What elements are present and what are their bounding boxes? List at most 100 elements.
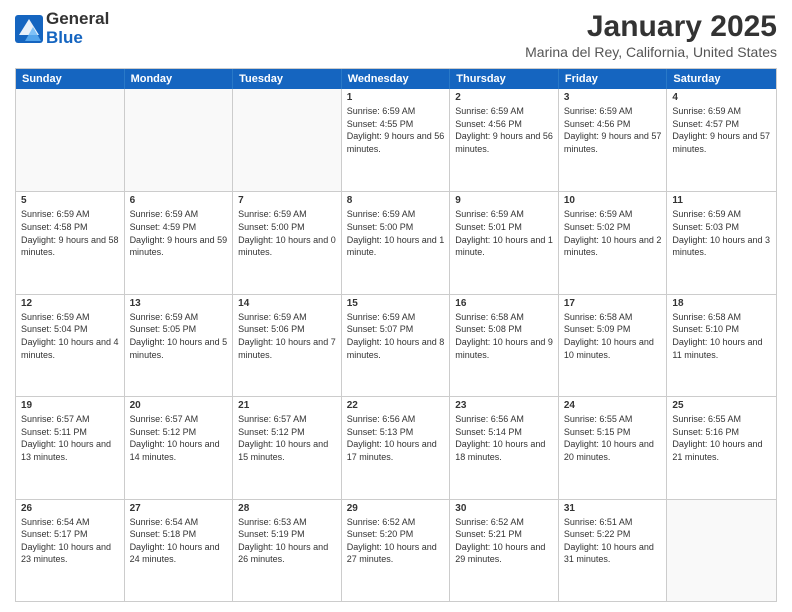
weekday-header-wednesday: Wednesday (342, 69, 451, 89)
day-number: 23 (455, 400, 553, 411)
day-info: Sunrise: 6:55 AMSunset: 5:15 PMDaylight:… (564, 413, 662, 463)
day-cell-11: 11 Sunrise: 6:59 AMSunset: 5:03 PMDayligh… (667, 192, 776, 293)
day-cell-29: 29 Sunrise: 6:52 AMSunset: 5:20 PMDayligh… (342, 500, 451, 601)
day-number: 13 (130, 298, 228, 309)
day-cell-27: 27Sunrise: 6:54 AMSunset: 5:18 PMDayligh… (125, 500, 234, 601)
day-cell-23: 23 Sunrise: 6:56 AMSunset: 5:14 PMDayligh… (450, 397, 559, 498)
day-info: Sunrise: 6:52 AMSunset: 5:20 PMDaylight:… (347, 516, 445, 566)
day-cell-12: 12 Sunrise: 6:59 AMSunset: 5:04 PMDayligh… (16, 295, 125, 396)
weekday-header-sunday: Sunday (16, 69, 125, 89)
day-number: 29 (347, 503, 445, 514)
day-number: 26 (21, 503, 119, 514)
day-cell-25: 25 Sunrise: 6:55 AMSunset: 5:16 PMDayligh… (667, 397, 776, 498)
calendar-body: 1Sunrise: 6:59 AMSunset: 4:55 PMDaylight… (16, 89, 776, 601)
day-number: 31 (564, 503, 662, 514)
calendar: SundayMondayTuesdayWednesdayThursdayFrid… (15, 68, 777, 602)
day-cell-24: 24 Sunrise: 6:55 AMSunset: 5:15 PMDayligh… (559, 397, 668, 498)
logo-line1: General (46, 10, 109, 29)
day-number: 21 (238, 400, 336, 411)
day-number: 22 (347, 400, 445, 411)
page: General Blue January 2025 Marina del Rey… (0, 0, 792, 612)
day-info: Sunrise: 6:57 AMSunset: 5:12 PMDaylight:… (130, 413, 228, 463)
empty-cell (667, 500, 776, 601)
logo: General Blue (15, 10, 109, 47)
day-number: 3 (564, 92, 662, 103)
day-cell-2: 2Sunrise: 6:59 AMSunset: 4:56 PMDaylight… (450, 89, 559, 191)
day-number: 2 (455, 92, 553, 103)
calendar-week-2: 5Sunrise: 6:59 AMSunset: 4:58 PMDaylight… (16, 191, 776, 293)
day-cell-3: 3Sunrise: 6:59 AMSunset: 4:56 PMDaylight… (559, 89, 668, 191)
day-info: Sunrise: 6:59 AMSunset: 4:59 PMDaylight:… (130, 208, 228, 258)
day-number: 4 (672, 92, 771, 103)
day-cell-1: 1Sunrise: 6:59 AMSunset: 4:55 PMDaylight… (342, 89, 451, 191)
day-info: Sunrise: 6:59 AMSunset: 5:06 PMDaylight:… (238, 311, 336, 361)
empty-cell (233, 89, 342, 191)
day-number: 8 (347, 195, 445, 206)
day-number: 14 (238, 298, 336, 309)
day-number: 6 (130, 195, 228, 206)
header: General Blue January 2025 Marina del Rey… (15, 10, 777, 60)
logo-line2: Blue (46, 29, 109, 48)
day-number: 20 (130, 400, 228, 411)
day-cell-13: 13 Sunrise: 6:59 AMSunset: 5:05 PMDayligh… (125, 295, 234, 396)
day-info: Sunrise: 6:53 AMSunset: 5:19 PMDaylight:… (238, 516, 336, 566)
day-info: Sunrise: 6:59 AMSunset: 4:57 PMDaylight:… (672, 105, 771, 155)
day-number: 12 (21, 298, 119, 309)
day-info: Sunrise: 6:59 AMSunset: 5:04 PMDaylight:… (21, 311, 119, 361)
day-info: Sunrise: 6:59 AMSunset: 5:07 PMDaylight:… (347, 311, 445, 361)
day-number: 24 (564, 400, 662, 411)
day-info: Sunrise: 6:56 AMSunset: 5:13 PMDaylight:… (347, 413, 445, 463)
day-number: 10 (564, 195, 662, 206)
calendar-subtitle: Marina del Rey, California, United State… (525, 44, 777, 60)
logo-icon (15, 15, 43, 43)
day-cell-19: 19 Sunrise: 6:57 AMSunset: 5:11 PMDayligh… (16, 397, 125, 498)
day-info: Sunrise: 6:52 AMSunset: 5:21 PMDaylight:… (455, 516, 553, 566)
day-number: 16 (455, 298, 553, 309)
day-number: 17 (564, 298, 662, 309)
calendar-title: January 2025 (525, 10, 777, 44)
empty-cell (125, 89, 234, 191)
day-info: Sunrise: 6:59 AMSunset: 5:02 PMDaylight:… (564, 208, 662, 258)
calendar-header: SundayMondayTuesdayWednesdayThursdayFrid… (16, 69, 776, 89)
day-info: Sunrise: 6:58 AMSunset: 5:08 PMDaylight:… (455, 311, 553, 361)
calendar-week-3: 12 Sunrise: 6:59 AMSunset: 5:04 PMDayligh… (16, 294, 776, 396)
day-number: 18 (672, 298, 771, 309)
day-info: Sunrise: 6:56 AMSunset: 5:14 PMDaylight:… (455, 413, 553, 463)
day-cell-16: 16 Sunrise: 6:58 AMSunset: 5:08 PMDayligh… (450, 295, 559, 396)
day-cell-15: 15 Sunrise: 6:59 AMSunset: 5:07 PMDayligh… (342, 295, 451, 396)
day-cell-28: 28 Sunrise: 6:53 AMSunset: 5:19 PMDayligh… (233, 500, 342, 601)
day-cell-31: 31Sunrise: 6:51 AMSunset: 5:22 PMDayligh… (559, 500, 668, 601)
logo-text: General Blue (46, 10, 109, 47)
weekday-header-tuesday: Tuesday (233, 69, 342, 89)
weekday-header-monday: Monday (125, 69, 234, 89)
day-info: Sunrise: 6:59 AMSunset: 5:03 PMDaylight:… (672, 208, 771, 258)
day-info: Sunrise: 6:59 AMSunset: 5:00 PMDaylight:… (238, 208, 336, 258)
day-number: 19 (21, 400, 119, 411)
day-info: Sunrise: 6:59 AMSunset: 5:05 PMDaylight:… (130, 311, 228, 361)
day-cell-5: 5Sunrise: 6:59 AMSunset: 4:58 PMDaylight… (16, 192, 125, 293)
day-cell-6: 6 Sunrise: 6:59 AMSunset: 4:59 PMDaylight… (125, 192, 234, 293)
day-cell-26: 26Sunrise: 6:54 AMSunset: 5:17 PMDayligh… (16, 500, 125, 601)
calendar-week-1: 1Sunrise: 6:59 AMSunset: 4:55 PMDaylight… (16, 89, 776, 191)
day-number: 9 (455, 195, 553, 206)
day-cell-10: 10 Sunrise: 6:59 AMSunset: 5:02 PMDayligh… (559, 192, 668, 293)
calendar-week-5: 26Sunrise: 6:54 AMSunset: 5:17 PMDayligh… (16, 499, 776, 601)
day-cell-20: 20 Sunrise: 6:57 AMSunset: 5:12 PMDayligh… (125, 397, 234, 498)
day-cell-18: 18Sunrise: 6:58 AMSunset: 5:10 PMDayligh… (667, 295, 776, 396)
day-cell-22: 22 Sunrise: 6:56 AMSunset: 5:13 PMDayligh… (342, 397, 451, 498)
day-info: Sunrise: 6:57 AMSunset: 5:11 PMDaylight:… (21, 413, 119, 463)
day-info: Sunrise: 6:55 AMSunset: 5:16 PMDaylight:… (672, 413, 771, 463)
day-number: 15 (347, 298, 445, 309)
day-number: 7 (238, 195, 336, 206)
day-info: Sunrise: 6:59 AMSunset: 4:55 PMDaylight:… (347, 105, 445, 155)
day-cell-30: 30Sunrise: 6:52 AMSunset: 5:21 PMDayligh… (450, 500, 559, 601)
weekday-header-friday: Friday (559, 69, 668, 89)
day-number: 28 (238, 503, 336, 514)
calendar-week-4: 19 Sunrise: 6:57 AMSunset: 5:11 PMDayligh… (16, 396, 776, 498)
day-cell-9: 9Sunrise: 6:59 AMSunset: 5:01 PMDaylight… (450, 192, 559, 293)
weekday-header-saturday: Saturday (667, 69, 776, 89)
day-number: 25 (672, 400, 771, 411)
empty-cell (16, 89, 125, 191)
day-info: Sunrise: 6:58 AMSunset: 5:09 PMDaylight:… (564, 311, 662, 361)
day-number: 11 (672, 195, 771, 206)
